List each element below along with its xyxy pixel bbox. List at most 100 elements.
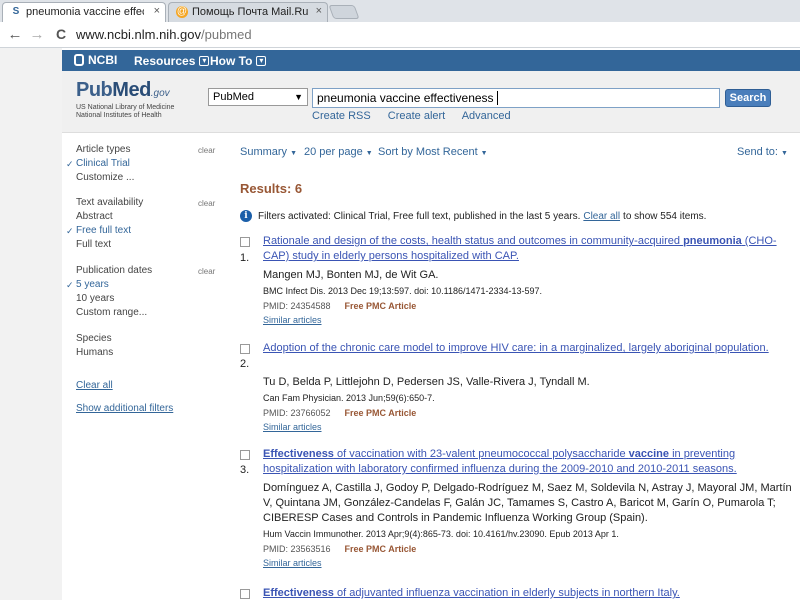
result-title-link[interactable]: Adoption of the chronic care model to im… bbox=[263, 341, 783, 356]
result-citation: BMC Infect Dis. 2013 Dec 19;13:597. doi:… bbox=[263, 286, 543, 296]
pmid-text: PMID: 24354588 bbox=[263, 301, 331, 311]
free-pmc-article-link[interactable]: Free PMC Article bbox=[345, 301, 417, 311]
search-input[interactable]: pneumonia vaccine effectiveness bbox=[312, 88, 720, 108]
search-button[interactable]: Search bbox=[725, 89, 771, 107]
logo-subtitle-2: National Institutes of Health bbox=[76, 112, 162, 119]
filters-text: Filters activated: Clinical Trial, Free … bbox=[258, 210, 581, 222]
new-tab-button[interactable] bbox=[328, 5, 360, 19]
ncbi-logo[interactable]: NCBI bbox=[74, 53, 117, 67]
filter-humans[interactable]: Humans bbox=[76, 346, 113, 360]
filter-article-types: Article types Clinical Trial Customize .… bbox=[66, 144, 134, 185]
similar-articles-link[interactable]: Similar articles bbox=[263, 558, 322, 568]
ncbi-logo-icon bbox=[74, 54, 84, 66]
similar-articles-link[interactable]: Similar articles bbox=[263, 315, 322, 325]
free-pmc-article-link[interactable]: Free PMC Article bbox=[345, 408, 417, 418]
filter-full-text[interactable]: Full text bbox=[76, 238, 143, 252]
filter-clinical-trial[interactable]: Clinical Trial bbox=[66, 157, 134, 171]
result-title-link[interactable]: Rationale and design of the costs, healt… bbox=[263, 234, 793, 264]
clear-publication-dates-link[interactable]: clear bbox=[198, 267, 215, 276]
filter-free-full-text[interactable]: Free full text bbox=[66, 224, 143, 238]
browser-toolbar: ← → C www.ncbi.nlm.nih.gov/pubmed bbox=[0, 22, 800, 48]
page-left-gutter bbox=[0, 48, 62, 600]
ncbi-logo-text: NCBI bbox=[88, 53, 118, 67]
similar-articles-link[interactable]: Similar articles bbox=[263, 422, 322, 432]
close-tab-icon[interactable]: × bbox=[154, 5, 160, 17]
summary-format-menu[interactable]: Summary ▼ bbox=[240, 146, 297, 158]
tab-title: pneumonia vaccine effectiv bbox=[26, 6, 144, 18]
title-highlight: Effectiveness bbox=[263, 587, 334, 599]
sort-label: Sort by Most Recent bbox=[378, 146, 478, 158]
dropdown-arrow-icon: ▼ bbox=[290, 150, 297, 157]
filter-abstract[interactable]: Abstract bbox=[76, 210, 143, 224]
result-checkbox[interactable] bbox=[240, 237, 250, 247]
pubmed-header: PubMed.gov US National Library of Medici… bbox=[62, 71, 800, 133]
clear-article-types-link[interactable]: clear bbox=[198, 146, 215, 155]
filter-heading: Article types bbox=[76, 144, 131, 155]
search-query: pneumonia vaccine effectiveness bbox=[317, 91, 494, 105]
title-text: of vaccination with 23-valent pneumococc… bbox=[333, 448, 629, 460]
result-authors: Tu D, Belda P, Littlejohn D, Pedersen JS… bbox=[263, 376, 590, 388]
result-title-link[interactable]: Effectiveness of adjuvanted influenza va… bbox=[263, 586, 793, 601]
close-tab-icon[interactable]: × bbox=[316, 5, 322, 17]
clear-all-filters-link[interactable]: Clear all bbox=[76, 380, 113, 391]
back-arrow-icon[interactable]: ← bbox=[6, 26, 24, 43]
show-additional-filters-link[interactable]: Show additional filters bbox=[76, 403, 173, 414]
chevron-down-icon: ▾ bbox=[256, 56, 267, 66]
result-checkbox[interactable] bbox=[240, 589, 250, 599]
filter-5-years[interactable]: 5 years bbox=[66, 278, 152, 292]
resources-label: Resources bbox=[134, 54, 196, 68]
filters-tail: to show 554 items. bbox=[623, 210, 707, 222]
pubmed-logo[interactable]: PubMed.gov US National Library of Medici… bbox=[76, 79, 174, 120]
filters-activated-note: i Filters activated: Clinical Trial, Fre… bbox=[240, 210, 706, 222]
sort-menu[interactable]: Sort by Most Recent ▼ bbox=[378, 146, 488, 158]
filter-customize[interactable]: Customize ... bbox=[76, 171, 134, 185]
filter-custom-range[interactable]: Custom range... bbox=[76, 306, 152, 320]
title-text: Adoption of the chronic care model to im… bbox=[263, 342, 769, 354]
howto-label: How To bbox=[210, 54, 253, 68]
ncbi-favicon-icon: S bbox=[12, 6, 20, 17]
filters-sidebar: Article types Clinical Trial Customize .… bbox=[62, 133, 227, 600]
forward-arrow-icon[interactable]: → bbox=[28, 26, 46, 43]
results-count: Results: 6 bbox=[240, 181, 303, 196]
create-rss-link[interactable]: Create RSS bbox=[312, 110, 371, 122]
mailru-favicon-icon: @ bbox=[176, 6, 188, 18]
result-citation: Can Fam Physician. 2013 Jun;59(6):650-7. bbox=[263, 393, 435, 403]
howto-menu[interactable]: How To ▾ bbox=[210, 54, 267, 68]
result-number: 3. bbox=[240, 464, 250, 476]
advanced-link[interactable]: Advanced bbox=[462, 110, 511, 122]
logo-gov: .gov bbox=[150, 88, 170, 99]
clear-text-availability-link[interactable]: clear bbox=[198, 199, 215, 208]
result-checkbox[interactable] bbox=[240, 450, 250, 460]
title-highlight: vaccine bbox=[628, 448, 670, 460]
filter-species: Species Humans bbox=[76, 333, 113, 360]
info-icon: i bbox=[240, 210, 252, 222]
url-host: www.ncbi.nlm.nih.gov bbox=[76, 27, 201, 42]
browser-tab-bar: S pneumonia vaccine effectiv × @ Помощь … bbox=[0, 0, 800, 22]
result-authors: Domínguez A, Castilla J, Godoy P, Delgad… bbox=[263, 482, 792, 524]
tab-mailru[interactable]: @ Помощь Почта Mail.Ru × bbox=[168, 2, 328, 22]
filter-heading: Publication dates bbox=[76, 265, 153, 276]
address-bar[interactable]: www.ncbi.nlm.nih.gov/pubmed bbox=[76, 27, 252, 42]
resources-menu[interactable]: Resources ▾ bbox=[134, 54, 210, 68]
result-number: 1. bbox=[240, 252, 250, 264]
database-select[interactable]: PubMed ▼ bbox=[208, 88, 308, 106]
create-alert-link[interactable]: Create alert bbox=[388, 110, 445, 122]
result-pmid: PMID: 23563516 Free PMC Article bbox=[263, 544, 416, 554]
send-to-menu[interactable]: Send to: ▼ bbox=[737, 146, 788, 158]
dropdown-arrow-icon: ▼ bbox=[365, 150, 373, 157]
title-text: Rationale and design of the costs, healt… bbox=[263, 235, 684, 247]
text-cursor bbox=[496, 91, 498, 105]
filter-heading: Species bbox=[76, 333, 112, 344]
reload-icon[interactable]: C bbox=[52, 26, 70, 42]
tab-pubmed[interactable]: S pneumonia vaccine effectiv × bbox=[2, 2, 166, 22]
clear-all-link[interactable]: Clear all bbox=[583, 211, 620, 222]
free-pmc-article-link[interactable]: Free PMC Article bbox=[345, 544, 417, 554]
result-citation: Hum Vaccin Immunother. 2013 Apr;9(4):865… bbox=[263, 529, 619, 539]
filter-10-years[interactable]: 10 years bbox=[76, 292, 152, 306]
result-checkbox[interactable] bbox=[240, 344, 250, 354]
result-title-link[interactable]: Effectiveness of vaccination with 23-val… bbox=[263, 447, 783, 477]
filter-publication-dates: Publication dates 5 years 10 years Custo… bbox=[66, 265, 153, 320]
result-authors: Mangen MJ, Bonten MJ, de Wit GA. bbox=[263, 269, 439, 281]
per-page-menu[interactable]: 20 per page ▼ bbox=[304, 146, 373, 158]
dropdown-arrow-icon: ▼ bbox=[780, 150, 788, 157]
